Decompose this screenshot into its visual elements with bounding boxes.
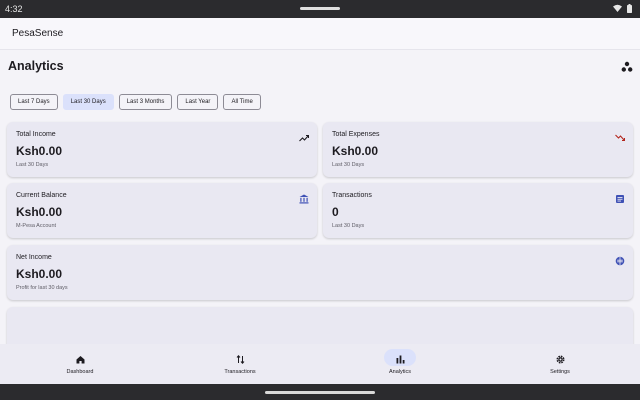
page-title: Analytics (8, 59, 64, 73)
status-time: 4:32 (5, 4, 23, 14)
nav-item-dashboard[interactable]: Dashboard (0, 344, 160, 384)
card-subtitle: Profit for last 30 days (16, 285, 68, 291)
card-value: Ksh0.00 (16, 205, 63, 219)
chip-last-year[interactable]: Last Year (177, 94, 219, 110)
nav-label: Dashboard (66, 369, 94, 375)
card-title: Current Balance (16, 192, 67, 199)
nav-label: Transactions (224, 369, 256, 375)
nav-label: Settings (550, 369, 570, 375)
bar-chart-icon (395, 352, 406, 364)
date-filter-chips: Last 7 Days Last 30 Days Last 3 Months L… (10, 94, 261, 110)
chip-last-7-days[interactable]: Last 7 Days (10, 94, 58, 110)
camera-cutout (300, 7, 340, 10)
gesture-bar (0, 384, 640, 400)
chip-last-3-months[interactable]: Last 3 Months (118, 94, 173, 110)
card-subtitle: Last 30 Days (332, 162, 365, 168)
card-subtitle: M-Pesa Account (16, 223, 57, 229)
current-balance-card[interactable]: Current Balance Ksh0.00 M-Pesa Account (7, 183, 317, 238)
wifi-icon (613, 4, 622, 14)
card-title: Total Expenses (332, 131, 380, 138)
trending-down-icon (615, 130, 626, 142)
card-subtitle: Last 30 Days (16, 162, 49, 168)
nav-item-analytics[interactable]: Analytics (320, 344, 480, 384)
nav-item-transactions[interactable]: Transactions (160, 344, 320, 384)
nav-label: Analytics (388, 369, 411, 375)
savings-icon (615, 253, 625, 266)
battery-icon (627, 3, 632, 15)
card-value: Ksh0.00 (332, 144, 379, 158)
status-icons (613, 3, 632, 15)
transactions-card[interactable]: Transactions 0 Last 30 Days (323, 183, 633, 238)
card-subtitle: Last 30 Days (332, 223, 365, 229)
people-icon[interactable] (620, 60, 634, 74)
bottom-navigation: Dashboard Transactions Analytics Setting… (0, 344, 640, 384)
net-income-card[interactable]: Net Income Ksh0.00 Profit for last 30 da… (7, 245, 633, 300)
card-title: Net Income (16, 254, 52, 261)
bank-icon (299, 191, 309, 204)
nav-item-settings[interactable]: Settings (480, 344, 640, 384)
trending-up-icon (299, 130, 310, 142)
card-title: Transactions (332, 192, 372, 199)
gesture-handle[interactable] (265, 391, 375, 394)
total-income-card[interactable]: Total Income Ksh0.00 Last 30 Days (7, 122, 317, 177)
chip-all-time[interactable]: All Time (223, 94, 261, 110)
gear-icon (555, 352, 566, 364)
swap-vertical-icon (235, 352, 246, 364)
card-title: Total Income (16, 131, 56, 138)
card-value: 0 (332, 205, 339, 219)
receipt-icon (615, 191, 625, 203)
card-value: Ksh0.00 (16, 144, 63, 158)
home-icon (75, 352, 86, 364)
app-title: PesaSense (12, 28, 64, 39)
app-screen: 4:32 PesaSense Analytics Last 7 Days Las… (0, 0, 640, 400)
app-bar: PesaSense (0, 18, 640, 50)
chip-last-30-days[interactable]: Last 30 Days (62, 94, 114, 110)
card-value: Ksh0.00 (16, 267, 63, 281)
total-expenses-card[interactable]: Total Expenses Ksh0.00 Last 30 Days (323, 122, 633, 177)
